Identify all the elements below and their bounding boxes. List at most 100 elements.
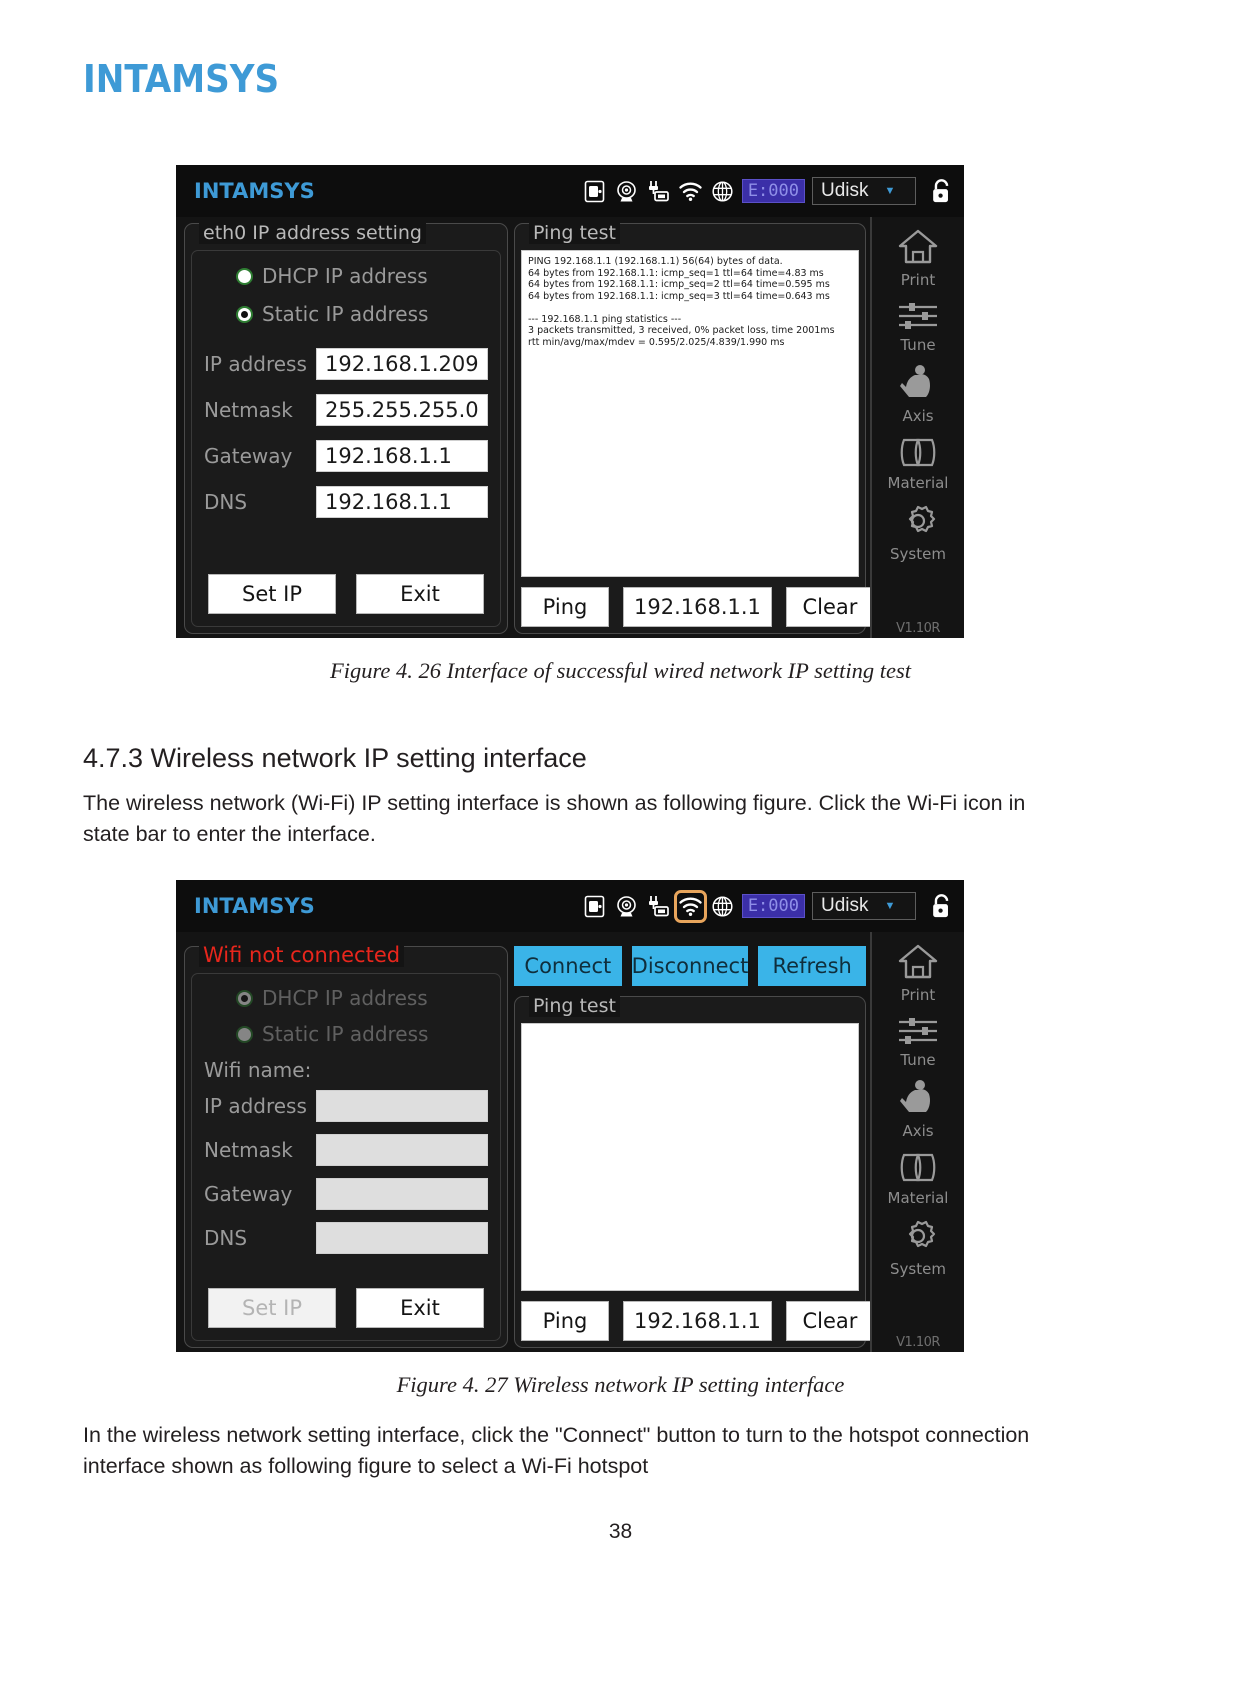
door-lock-icon[interactable]	[582, 894, 607, 919]
gear-icon	[896, 1216, 940, 1261]
storage-label: Udisk	[821, 180, 869, 201]
ping-button[interactable]: Ping	[521, 587, 609, 627]
sidebar-label: System	[890, 1260, 946, 1278]
gateway-input[interactable]	[316, 1178, 488, 1210]
radio-static-indicator	[236, 1025, 253, 1043]
sidebar-item-tune[interactable]: Tune	[896, 1013, 940, 1069]
disconnect-button[interactable]: Disconnect	[631, 946, 749, 986]
ping-panel-title: Ping test	[529, 995, 620, 1017]
unlock-icon[interactable]	[929, 894, 954, 919]
ping-test-panel: Ping test Ping 192.168.1.1 Clear	[514, 995, 874, 1348]
home-icon	[896, 942, 940, 987]
refresh-button[interactable]: Refresh	[758, 946, 867, 986]
sidebar-label: Tune	[900, 1051, 936, 1069]
exit-button[interactable]: Exit	[356, 1288, 484, 1328]
sidebar-item-axis[interactable]: Axis	[896, 363, 940, 425]
figure-caption-1: Figure 4. 26 Interface of successful wir…	[330, 658, 911, 683]
sidebar-item-system[interactable]: System	[890, 501, 946, 563]
ping-output	[521, 1023, 859, 1291]
connect-button[interactable]: Connect	[514, 946, 622, 986]
ping-test-panel: Ping test PING 192.168.1.1 (192.168.1.1)…	[514, 222, 874, 634]
storage-selector[interactable]: Udisk ▼	[812, 177, 916, 205]
ping-button[interactable]: Ping	[521, 1301, 609, 1341]
page-number: 38	[608, 1520, 633, 1543]
hand-axis-icon	[896, 1078, 940, 1123]
sidebar-item-print[interactable]: Print	[896, 942, 940, 1004]
wifi-name-row: Wifi name:	[204, 1058, 488, 1082]
sidebar-item-axis[interactable]: Axis	[896, 1078, 940, 1140]
sidebar-item-system[interactable]: System	[890, 1216, 946, 1278]
door-lock-icon[interactable]	[582, 179, 607, 204]
ethernet-icon[interactable]	[646, 894, 671, 919]
error-code-badge: E:000	[741, 894, 805, 918]
gateway-input[interactable]: 192.168.1.1	[316, 440, 488, 472]
sidebar-label: Print	[900, 986, 936, 1004]
ping-panel-title: Ping test	[529, 222, 620, 244]
sliders-icon	[896, 1013, 940, 1052]
sidebar-label: Tune	[900, 336, 936, 354]
firmware-version: V1.10R	[896, 621, 940, 636]
ping-target-input[interactable]: 192.168.1.1	[623, 1301, 772, 1341]
device-sidebar: Print Tune Axis Material System V1.10R	[870, 217, 964, 638]
globe-icon[interactable]	[710, 179, 735, 204]
device-status-bar: INTAMSYS E:000 Udisk ▼	[176, 880, 964, 932]
sliders-icon	[896, 298, 940, 337]
field-netmask: Netmask	[204, 1134, 488, 1166]
netmask-input[interactable]: 255.255.255.0	[316, 394, 488, 426]
wifi-icon[interactable]	[678, 179, 703, 204]
paragraph-1: The wireless network (Wi-Fi) IP setting …	[83, 791, 1026, 846]
ip-address-input[interactable]	[316, 1090, 488, 1122]
sidebar-item-material[interactable]: Material	[887, 434, 949, 492]
sidebar-item-print[interactable]: Print	[896, 227, 940, 289]
set-ip-button[interactable]: Set IP	[208, 1288, 336, 1328]
wifi-action-buttons: Connect Disconnect Refresh	[514, 946, 867, 986]
exit-button[interactable]: Exit	[356, 574, 484, 614]
dns-input[interactable]	[316, 1222, 488, 1254]
field-label: IP address	[204, 1094, 307, 1118]
ping-target-input[interactable]: 192.168.1.1	[623, 587, 772, 627]
field-ip-address: IP address 192.168.1.209	[204, 348, 488, 380]
wifi-status-text: Wifi not connected	[199, 943, 405, 967]
clear-button[interactable]: Clear	[785, 587, 874, 627]
camera-icon[interactable]	[614, 894, 639, 919]
document-page: INTAMSYS INTAMSYS E:000 Udisk ▼ eth0 IP …	[0, 0, 1241, 1684]
section-heading: 4.7.3 Wireless network IP setting interf…	[83, 743, 587, 773]
ping-output: PING 192.168.1.1 (192.168.1.1) 56(64) by…	[521, 250, 859, 577]
camera-icon[interactable]	[614, 179, 639, 204]
radio-dhcp-ip[interactable]: DHCP IP address	[236, 264, 488, 288]
sidebar-label: Print	[900, 271, 936, 289]
set-ip-button[interactable]: Set IP	[208, 574, 336, 614]
radio-static-label: Static IP address	[262, 1022, 429, 1046]
device-logo: INTAMSYS	[194, 894, 315, 918]
device-logo: INTAMSYS	[194, 179, 315, 203]
radio-static-ip[interactable]: Static IP address	[236, 1022, 488, 1046]
unlock-icon[interactable]	[929, 179, 954, 204]
error-code-badge: E:000	[741, 179, 805, 203]
sidebar-item-material[interactable]: Material	[888, 1149, 948, 1207]
dns-input[interactable]: 192.168.1.1	[316, 486, 488, 518]
radio-static-indicator	[236, 305, 253, 323]
eth0-settings-panel: eth0 IP address setting DHCP IP address …	[184, 222, 508, 634]
radio-dhcp-label: DHCP IP address	[262, 986, 428, 1010]
filament-spool-icon	[896, 1149, 940, 1190]
figure-wired-network-screenshot: INTAMSYS E:000 Udisk ▼ eth0 IP address s…	[176, 165, 964, 638]
field-label: Gateway	[204, 1182, 293, 1206]
sidebar-label: Axis	[902, 1122, 934, 1140]
ethernet-icon[interactable]	[646, 179, 671, 204]
field-label: Netmask	[204, 398, 293, 422]
ip-address-input[interactable]: 192.168.1.209	[316, 348, 488, 380]
field-label: DNS	[204, 1226, 248, 1250]
wifi-name-label: Wifi name:	[204, 1058, 312, 1082]
radio-dhcp-label: DHCP IP address	[262, 264, 428, 288]
sidebar-item-tune[interactable]: Tune	[896, 298, 940, 354]
radio-dhcp-ip[interactable]: DHCP IP address	[236, 986, 488, 1010]
radio-static-ip[interactable]: Static IP address	[236, 302, 488, 326]
wifi-icon[interactable]	[673, 889, 707, 923]
sidebar-label: Material	[887, 474, 949, 492]
netmask-input[interactable]	[316, 1134, 488, 1166]
storage-selector[interactable]: Udisk ▼	[812, 892, 916, 920]
gear-icon	[896, 501, 940, 546]
clear-button[interactable]: Clear	[785, 1301, 874, 1341]
firmware-version: V1.10R	[896, 1335, 940, 1350]
globe-icon[interactable]	[710, 894, 735, 919]
